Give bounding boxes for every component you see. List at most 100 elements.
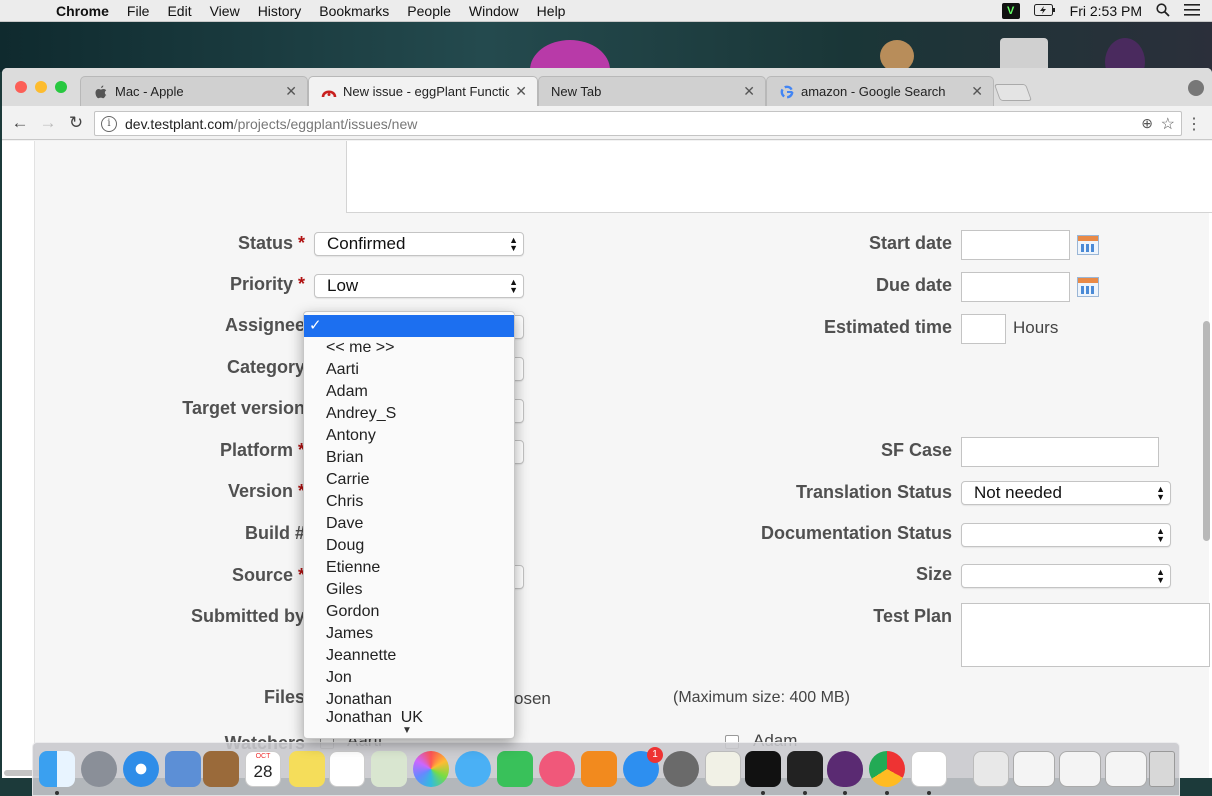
system-preferences-icon[interactable] [663, 751, 699, 787]
menu-chrome[interactable]: Chrome [56, 3, 109, 19]
translation-status-value: Not needed [974, 483, 1062, 502]
messages-icon[interactable] [455, 751, 491, 787]
menu-history[interactable]: History [258, 3, 302, 19]
dropdown-option[interactable]: Etienne [304, 557, 514, 579]
menu-bookmarks[interactable]: Bookmarks [319, 3, 389, 19]
dropdown-selected-blank-option[interactable]: ✓ [304, 315, 514, 337]
spotlight-search-icon[interactable] [1156, 2, 1170, 20]
zoom-icon[interactable]: ⊕ [1141, 115, 1153, 132]
facetime-icon[interactable] [497, 751, 533, 787]
minimized-window-thumbnail[interactable] [1013, 751, 1055, 787]
menu-people[interactable]: People [407, 3, 451, 19]
forward-arrow-icon[interactable]: → [38, 113, 58, 133]
select-arrows-icon: ▲ ▼ [1156, 567, 1165, 585]
script-editor-icon[interactable] [705, 751, 741, 787]
chrome-icon[interactable] [869, 751, 905, 787]
dropdown-option[interactable]: James [304, 623, 514, 645]
terminal-icon[interactable] [787, 751, 823, 787]
bookmark-star-icon[interactable]: ☆ [1161, 114, 1175, 134]
menu-window[interactable]: Window [469, 3, 519, 19]
downloads-stack-icon[interactable] [973, 751, 1009, 787]
vnc-status-icon[interactable]: V [1001, 3, 1020, 19]
sf-case-input[interactable] [961, 437, 1159, 467]
reminders-icon[interactable] [329, 751, 365, 787]
menu-help[interactable]: Help [537, 3, 566, 19]
site-info-icon[interactable]: i [101, 115, 117, 132]
notes-icon[interactable] [289, 751, 325, 787]
minimize-window-button[interactable] [35, 81, 47, 93]
safari-icon[interactable] [123, 751, 159, 787]
dropdown-option[interactable]: Chris [304, 491, 514, 513]
minimized-window-thumbnail[interactable] [1105, 751, 1147, 787]
contacts-icon[interactable] [203, 751, 239, 787]
trash-icon[interactable] [1149, 751, 1175, 787]
tab-amazon-google-search[interactable]: amazon - Google Search ✕ [766, 76, 994, 106]
dropdown-option[interactable]: Andrey_S [304, 403, 514, 425]
itunes-icon[interactable] [539, 751, 575, 787]
notification-center-icon[interactable] [1184, 3, 1200, 19]
tab-title: New Tab [551, 84, 602, 99]
close-window-button[interactable] [15, 81, 27, 93]
eggplant-app-icon[interactable] [827, 751, 863, 787]
close-tab-icon[interactable]: ✕ [515, 83, 527, 100]
priority-select[interactable]: Low ▲ ▼ [314, 274, 524, 298]
tab-mac-apple[interactable]: Mac - Apple ✕ [80, 76, 308, 106]
app-store-icon[interactable]: 1 [623, 747, 663, 787]
dropdown-option[interactable]: Jonathan [304, 689, 514, 711]
estimated-time-input[interactable] [961, 314, 1006, 344]
new-tab-button[interactable] [993, 84, 1033, 101]
dropdown-option[interactable]: Brian [304, 447, 514, 469]
minimized-window-thumbnail[interactable] [1059, 751, 1101, 787]
dropdown-option[interactable]: Antony [304, 425, 514, 447]
profile-avatar-icon[interactable] [1188, 80, 1204, 96]
description-textarea[interactable] [346, 141, 1212, 213]
dropdown-option[interactable]: Carrie [304, 469, 514, 491]
due-date-input[interactable] [961, 272, 1070, 302]
finder-icon[interactable] [39, 751, 75, 787]
address-bar[interactable]: i dev.testplant.com/projects/eggplant/is… [94, 111, 1182, 136]
size-label: Size [915, 564, 952, 584]
menu-file[interactable]: File [127, 3, 150, 19]
dropdown-option[interactable]: Gordon [304, 601, 514, 623]
dropdown-option[interactable]: Jon [304, 667, 514, 689]
documentation-status-select[interactable]: ▲ ▼ [961, 523, 1171, 547]
dropdown-option[interactable]: Giles [304, 579, 514, 601]
menu-view[interactable]: View [210, 3, 240, 19]
activity-monitor-icon[interactable] [745, 751, 781, 787]
photos-icon[interactable] [413, 751, 449, 787]
close-tab-icon[interactable]: ✕ [743, 83, 755, 100]
chrome-menu-icon[interactable]: ⋮ [1186, 114, 1202, 134]
vertical-scrollbar[interactable] [1203, 321, 1210, 541]
scroll-down-arrow-icon[interactable]: ▼ [402, 725, 412, 736]
battery-icon[interactable] [1033, 3, 1056, 19]
test-plan-textarea[interactable] [961, 603, 1210, 667]
eggplant-functional-icon[interactable] [911, 751, 947, 787]
start-date-calendar-icon[interactable] [1077, 235, 1099, 255]
mail-stamp-icon[interactable] [165, 751, 201, 787]
dropdown-option[interactable]: Jonathan_UK [304, 711, 514, 723]
back-arrow-icon[interactable]: ← [10, 113, 30, 133]
dropdown-option[interactable]: Dave [304, 513, 514, 535]
dropdown-option[interactable]: Jeannette [304, 645, 514, 667]
reload-icon[interactable]: ↻ [66, 113, 86, 133]
clock[interactable]: Fri 2:53 PM [1070, 3, 1142, 19]
tab-new-tab[interactable]: New Tab ✕ [538, 76, 766, 106]
launchpad-icon[interactable] [81, 751, 117, 787]
calendar-icon[interactable]: OCT 28 [245, 751, 281, 787]
close-tab-icon[interactable]: ✕ [971, 83, 983, 100]
translation-status-select[interactable]: Not needed ▲ ▼ [961, 481, 1171, 505]
close-tab-icon[interactable]: ✕ [285, 83, 297, 100]
size-select[interactable]: ▲ ▼ [961, 564, 1171, 588]
due-date-calendar-icon[interactable] [1077, 277, 1099, 297]
dropdown-option[interactable]: Doug [304, 535, 514, 557]
ibooks-icon[interactable] [581, 751, 617, 787]
zoom-window-button[interactable] [55, 81, 67, 93]
dropdown-option[interactable]: << me >> [304, 337, 514, 359]
start-date-input[interactable] [961, 230, 1070, 260]
dropdown-option[interactable]: Adam [304, 381, 514, 403]
menu-edit[interactable]: Edit [167, 3, 191, 19]
tab-new-issue[interactable]: New issue - eggPlant Function ✕ [308, 76, 538, 106]
preview-icon[interactable] [371, 751, 407, 787]
dropdown-option[interactable]: Aarti [304, 359, 514, 381]
status-select[interactable]: Confirmed ▲ ▼ [314, 232, 524, 256]
